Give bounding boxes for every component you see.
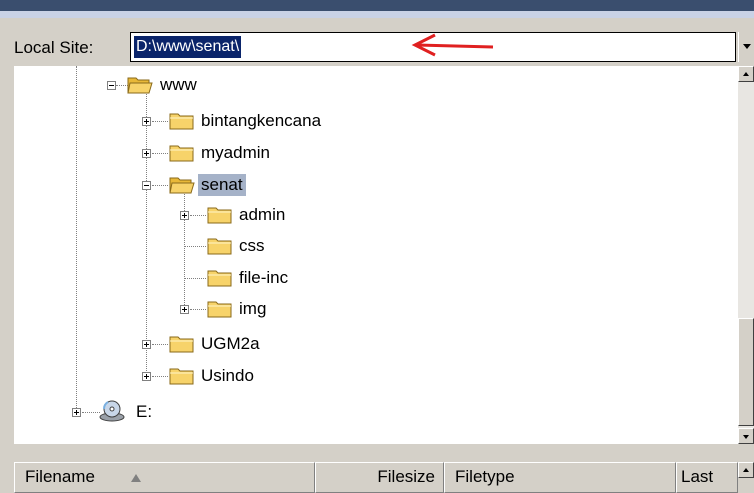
column-header-label: Last Mo.: [681, 467, 714, 486]
folder-icon: [207, 301, 232, 318]
triangle-up-icon: [743, 468, 749, 472]
title-bar-strip: [0, 0, 754, 18]
column-header-filetype[interactable]: Filetype: [444, 462, 676, 493]
expand-toggle-icon[interactable]: [142, 117, 151, 126]
tree-item-label: www: [160, 75, 197, 94]
tree-line: [76, 66, 77, 412]
column-header-label: Filename: [25, 467, 95, 486]
tree-item-label: Usindo: [201, 366, 254, 385]
triangle-down-icon: [743, 435, 749, 439]
tree-line: [184, 246, 206, 247]
tree-vertical-scrollbar[interactable]: [738, 66, 754, 444]
red-arrow-icon: [411, 33, 494, 57]
column-header-filesize[interactable]: Filesize: [315, 462, 444, 493]
scroll-up-button[interactable]: [738, 66, 754, 82]
folder-icon: [169, 336, 194, 353]
column-header-label: Filesize: [377, 467, 435, 486]
title-bar-band: [0, 11, 754, 18]
column-header-label: Filetype: [455, 467, 515, 486]
scroll-thumb[interactable]: [738, 318, 754, 426]
folder-icon: [207, 207, 232, 224]
tree-item-label: admin: [239, 205, 286, 224]
folder-icon: [169, 145, 194, 162]
local-site-dropdown-button[interactable]: [738, 32, 754, 62]
tree-item-label: myadmin: [201, 143, 270, 162]
tree-line: [190, 215, 206, 216]
tree-line: [184, 278, 206, 279]
folder-icon: [169, 113, 194, 130]
tree-item-label: file-inc: [239, 268, 289, 287]
tree-line: [152, 153, 168, 154]
tree-line: [184, 189, 185, 309]
sort-ascending-icon: [131, 474, 141, 482]
collapse-toggle-icon[interactable]: [142, 181, 151, 190]
tree-item-label: UGM2a: [201, 334, 260, 353]
collapse-toggle-icon[interactable]: [107, 81, 116, 90]
folder-icon: [169, 368, 194, 385]
tree-line: [152, 121, 168, 122]
tree-item-label: E:: [136, 402, 153, 421]
column-header-last-modified[interactable]: Last Mo.: [676, 462, 738, 493]
tree-line: [152, 344, 168, 345]
open-folder-icon: [169, 177, 195, 194]
tree-line: [152, 185, 168, 186]
local-site-path-text[interactable]: D:\www\senat\: [134, 36, 242, 58]
expand-toggle-icon[interactable]: [72, 408, 81, 417]
expand-toggle-icon[interactable]: [180, 305, 189, 314]
folder-tree[interactable]: www bintangkencana myadmin senat admin c…: [14, 66, 738, 444]
tree-line: [190, 309, 206, 310]
open-folder-icon: [127, 77, 153, 94]
drive-icon: [99, 400, 125, 422]
folder-icon: [207, 270, 232, 287]
expand-toggle-icon[interactable]: [142, 372, 151, 381]
expand-toggle-icon[interactable]: [142, 149, 151, 158]
tree-item-label: bintangkencana: [201, 111, 322, 130]
tree-item-label: senat: [198, 174, 246, 196]
folder-icon: [207, 238, 232, 255]
scroll-down-button[interactable]: [738, 428, 754, 444]
expand-toggle-icon[interactable]: [180, 211, 189, 220]
local-site-label: Local Site:: [14, 38, 94, 57]
tree-line: [152, 376, 168, 377]
tree-item-label: img: [239, 299, 267, 318]
chevron-down-icon: [743, 44, 751, 49]
column-header-filename[interactable]: Filename: [14, 462, 315, 493]
triangle-up-icon: [743, 72, 749, 76]
expand-toggle-icon[interactable]: [142, 340, 151, 349]
list-scroll-up-button[interactable]: [738, 462, 754, 478]
tree-item-label: css: [239, 236, 265, 255]
tree-line: [146, 85, 147, 379]
